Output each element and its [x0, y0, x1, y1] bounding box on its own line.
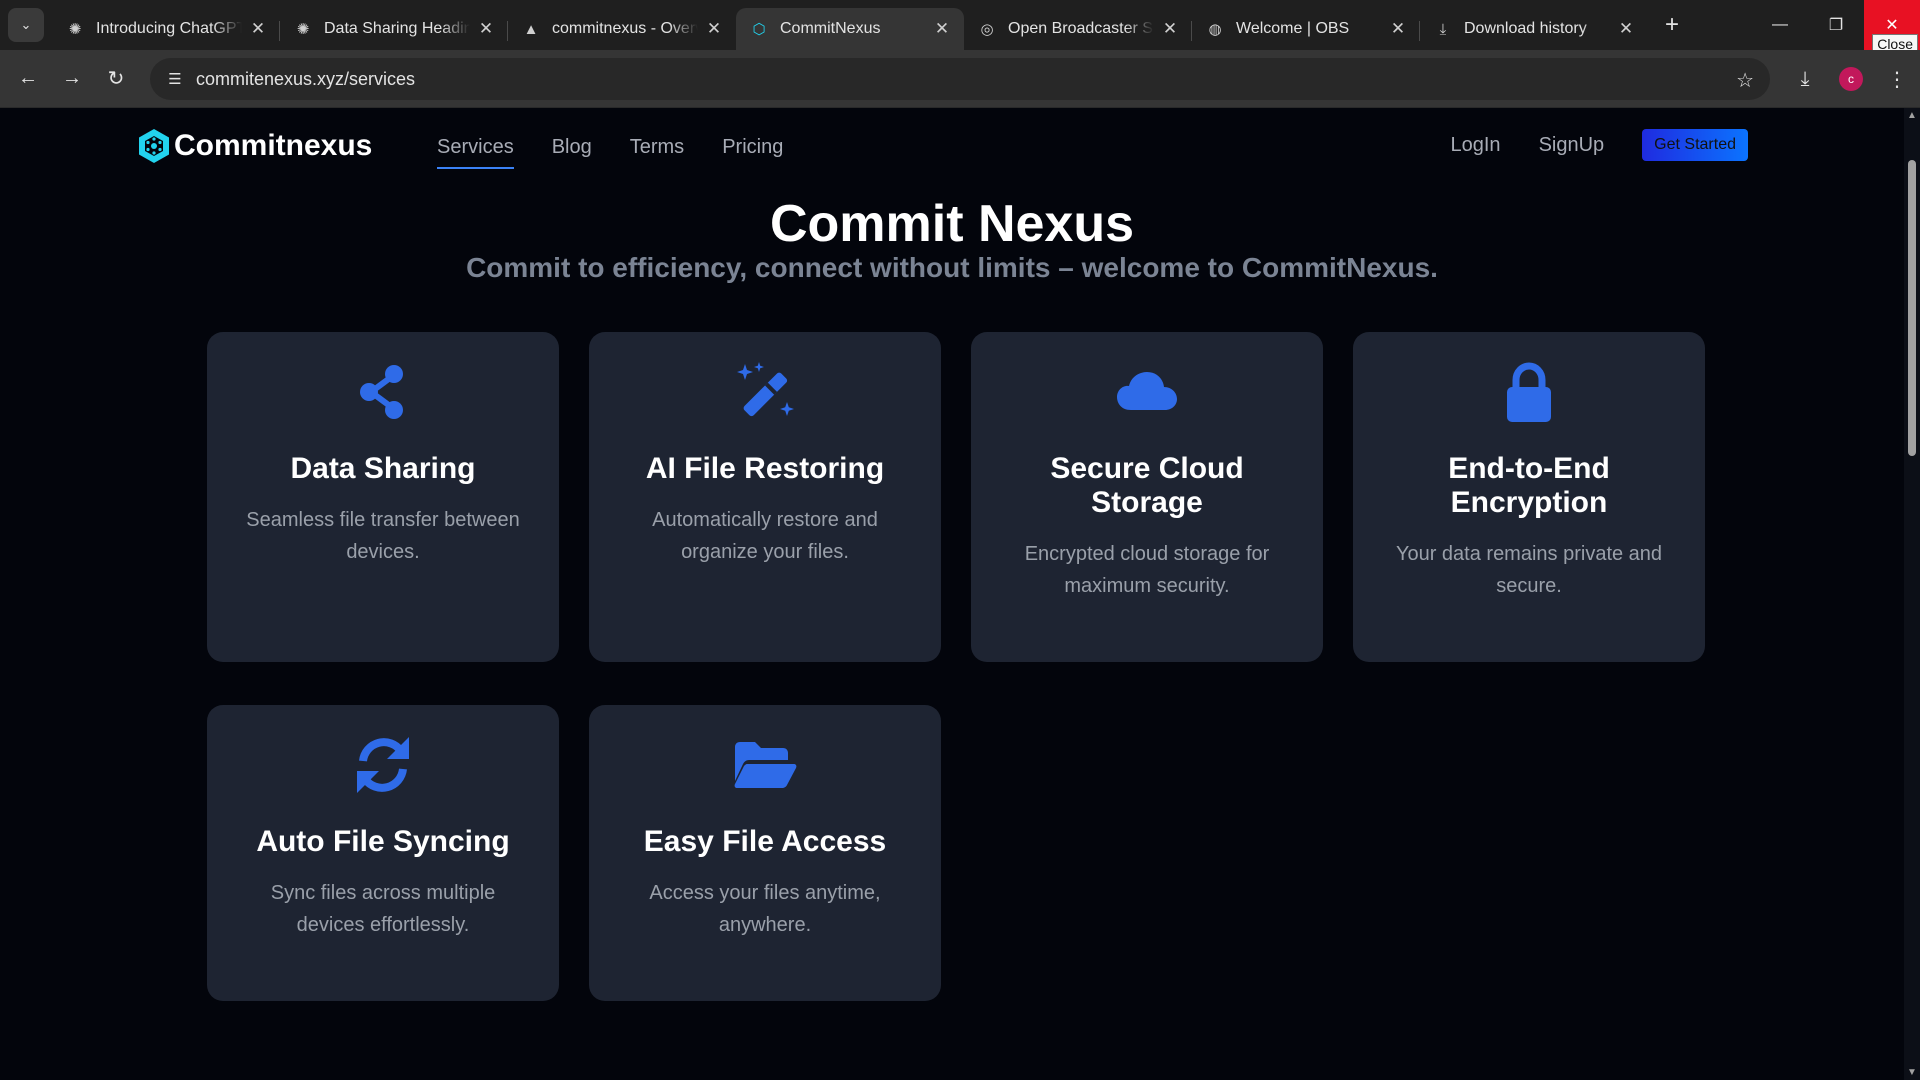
tab-data-sharing-heading[interactable]: ✺ Data Sharing Heading ✕ [280, 8, 508, 50]
service-title: Secure Cloud Storage [1050, 452, 1244, 519]
service-card-secure-cloud-storage: Secure Cloud Storage Encrypted cloud sto… [971, 332, 1323, 662]
url-text[interactable]: commitenexus.xyz/services [196, 69, 415, 90]
service-description: Encrypted cloud storage for maximum secu… [1024, 543, 1270, 597]
nav-terms[interactable]: Terms [630, 136, 684, 169]
magic-wand-icon [737, 362, 794, 417]
service-title: AI File Restoring [645, 452, 885, 485]
login-link[interactable]: LogIn [1451, 134, 1501, 157]
minimize-button[interactable]: — [1752, 0, 1808, 50]
tab-title: Welcome | OBS [1236, 20, 1350, 37]
service-card-data-sharing: Data Sharing Seamless file transfer betw… [207, 332, 559, 662]
brand-name: Commitnexus [174, 129, 373, 162]
page-title: Commit Nexus [769, 195, 1135, 253]
hexagon-logo-icon [139, 129, 169, 163]
nav-blog[interactable]: Blog [552, 136, 592, 169]
page-viewport: Commitnexus Services Blog Terms Pricing … [0, 108, 1904, 1080]
tab-title: Download history [1464, 20, 1587, 37]
service-card-ai-file-restoring: AI File Restoring Automatically restore … [589, 332, 941, 662]
reload-button[interactable]: ↻ [94, 57, 138, 101]
profile-avatar[interactable]: c [1839, 67, 1863, 91]
site-info-icon[interactable]: ☰ [154, 70, 196, 88]
lock-icon [1507, 362, 1551, 422]
service-card-end-to-end-encryption: End-to-End Encryption Your data remains … [1353, 332, 1705, 662]
tab-close-icon[interactable]: ✕ [248, 19, 268, 39]
tab-title: Open Broadcaster Software [1008, 20, 1154, 37]
service-description: Sync files across multiple devices effor… [270, 882, 496, 936]
brand-logo-link[interactable]: Commitnexus [138, 128, 372, 164]
scroll-up-arrow-icon[interactable]: ▲ [1904, 110, 1920, 121]
nav-services[interactable]: Services [437, 136, 514, 169]
openai-icon: ✺ [68, 21, 82, 38]
tab-introducing-chatgpt[interactable]: ✺ Introducing ChatGPT ✕ [52, 8, 280, 50]
browser-toolbar: ← → ↻ ☰ commitenexus.xyz/services ☆ ⤓ c … [0, 50, 1920, 108]
get-started-button[interactable]: Get Started [1642, 129, 1748, 161]
tab-title: Introducing ChatGPT [96, 20, 242, 37]
main-nav: Services Blog Terms Pricing [437, 136, 821, 169]
service-card-easy-file-access: Easy File Access Access your files anyti… [589, 705, 941, 1001]
nav-pricing[interactable]: Pricing [722, 136, 783, 169]
scrollbar-thumb[interactable] [1908, 160, 1916, 456]
obs-icon: ◎ [980, 21, 994, 38]
folder-open-icon [734, 742, 797, 788]
tab-close-icon[interactable]: ✕ [476, 19, 496, 39]
restore-button[interactable]: ❐ [1808, 0, 1864, 50]
sync-icon [357, 737, 409, 793]
commitnexus-icon: ⬡ [752, 21, 766, 38]
service-description: Seamless file transfer between devices. [246, 509, 520, 563]
service-description: Access your files anytime, anywhere. [649, 882, 881, 936]
tab-close-icon[interactable]: ✕ [1160, 19, 1180, 39]
scroll-down-arrow-icon[interactable]: ▼ [1904, 1067, 1920, 1078]
tab-title: Data Sharing Heading [324, 20, 470, 37]
bookmark-star-icon[interactable]: ☆ [1736, 68, 1754, 93]
forward-button[interactable]: → [50, 57, 94, 101]
globe-icon: ◍ [1208, 21, 1222, 38]
tab-title: commitnexus - Overview [552, 20, 698, 37]
tab-open-broadcaster[interactable]: ◎ Open Broadcaster Software ✕ [964, 8, 1192, 50]
signup-link[interactable]: SignUp [1539, 134, 1605, 157]
menu-button[interactable]: ⋮ [1874, 57, 1920, 101]
tab-download-history[interactable]: ⤓ Download history ✕ [1420, 8, 1648, 50]
service-title: Data Sharing [290, 452, 476, 485]
service-title: Easy File Access [643, 825, 887, 858]
tab-welcome-obs[interactable]: ◍ Welcome | OBS ✕ [1192, 8, 1420, 50]
new-tab-button[interactable]: + [1656, 9, 1688, 41]
cloud-icon [1117, 372, 1177, 410]
tab-close-icon[interactable]: ✕ [704, 19, 724, 39]
download-icon: ⤓ [1439, 20, 1447, 38]
services-grid: Data Sharing Seamless file transfer betw… [207, 332, 1707, 1001]
tab-commitnexus[interactable]: ⬡ CommitNexus ✕ [736, 8, 964, 50]
back-button[interactable]: ← [6, 57, 50, 101]
page-subtitle: Commit to efficiency, connect without li… [466, 252, 1438, 283]
tab-close-icon[interactable]: ✕ [1388, 19, 1408, 39]
service-title: End-to-End Encryption [1448, 452, 1610, 519]
share-icon [360, 365, 403, 419]
tab-close-icon[interactable]: ✕ [1616, 19, 1636, 39]
tab-title: CommitNexus [780, 20, 881, 37]
tab-search-button[interactable]: ⌄ [8, 8, 44, 42]
chevron-down-icon: ⌄ [20, 17, 32, 32]
service-card-auto-file-syncing: Auto File Syncing Sync files across mult… [207, 705, 559, 1001]
tab-close-icon[interactable]: ✕ [932, 19, 952, 39]
service-title: Auto File Syncing [256, 825, 510, 858]
service-description: Automatically restore and organize your … [652, 509, 878, 563]
tab-commitnexus-overview[interactable]: ▲ commitnexus - Overview ✕ [508, 8, 736, 50]
service-description: Your data remains private and secure. [1395, 543, 1663, 597]
tab-strip: ⌄ ✺ Introducing ChatGPT ✕ ✺ Data Sharing… [0, 0, 1920, 54]
downloads-button[interactable]: ⤓ [1782, 57, 1828, 101]
page-scrollbar[interactable]: ▲ ▼ [1904, 108, 1920, 1080]
site-header: Commitnexus Services Blog Terms Pricing … [0, 108, 1904, 188]
openai-icon: ✺ [296, 21, 310, 38]
vercel-icon: ▲ [523, 20, 539, 38]
auth-links: LogIn SignUp Get Started [1451, 129, 1748, 161]
address-bar[interactable]: ☰ commitenexus.xyz/services ☆ [150, 58, 1770, 100]
